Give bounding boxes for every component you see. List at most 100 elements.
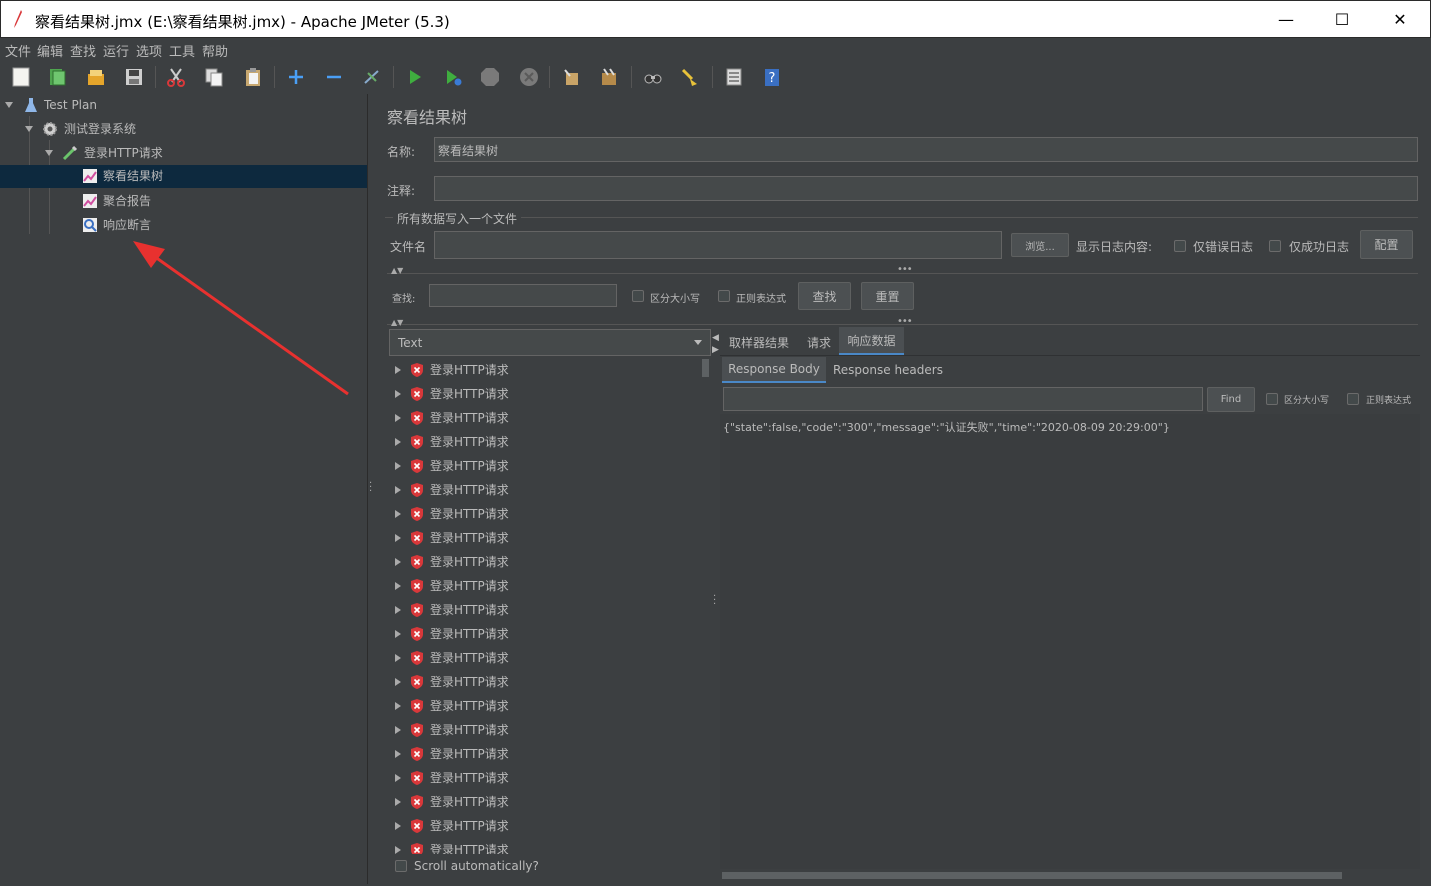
start-no-pause-icon[interactable] — [443, 67, 463, 87]
result-item[interactable]: 登录HTTP请求 — [389, 670, 701, 694]
result-item[interactable]: 登录HTTP请求 — [389, 622, 701, 646]
expand-arrow-icon[interactable] — [395, 702, 401, 710]
menu-help[interactable]: 帮助 — [202, 41, 228, 60]
collapse-arrows-icon[interactable]: ▲▼ — [391, 266, 403, 275]
find-button[interactable]: 查找 — [798, 282, 851, 310]
paste-icon[interactable] — [243, 67, 263, 87]
name-field[interactable]: 察看结果树 — [434, 137, 1418, 162]
clear-all-icon[interactable] — [599, 67, 619, 87]
results-scrollbar-thumb[interactable] — [702, 359, 709, 377]
scroll-automatically-checkbox[interactable] — [395, 860, 407, 872]
reset-button[interactable]: 重置 — [861, 282, 914, 310]
menu-options[interactable]: 选项 — [136, 41, 162, 60]
filename-field[interactable] — [434, 231, 1002, 259]
shutdown-icon[interactable] — [519, 67, 539, 87]
result-item[interactable]: 登录HTTP请求 — [389, 766, 701, 790]
result-item[interactable]: 登录HTTP请求 — [389, 790, 701, 814]
open-icon[interactable] — [86, 67, 106, 87]
tree-node-aggregate-report[interactable]: 聚合报告 — [0, 190, 367, 212]
menu-tools[interactable]: 工具 — [169, 41, 195, 60]
collapse-icon[interactable] — [324, 67, 344, 87]
expand-arrow-icon[interactable] — [395, 462, 401, 470]
expand-arrow-icon[interactable] — [395, 438, 401, 446]
clear-icon[interactable] — [561, 67, 581, 87]
result-item[interactable]: 登录HTTP请求 — [389, 406, 701, 430]
save-icon[interactable] — [124, 67, 144, 87]
divider-grip[interactable]: ••• — [897, 264, 913, 275]
collapse-arrows-icon[interactable]: ▲▼ — [391, 318, 403, 327]
configure-button[interactable]: 配置 — [1360, 230, 1413, 259]
browse-button[interactable]: 浏览... — [1011, 233, 1069, 257]
expand-arrow-icon[interactable] — [395, 630, 401, 638]
tree-node-thread-group[interactable]: 测试登录系统 — [0, 118, 367, 140]
result-item[interactable]: 登录HTTP请求 — [389, 382, 701, 406]
result-item[interactable]: 登录HTTP请求 — [389, 478, 701, 502]
splitter-arrows-icon[interactable]: ◀ ▶ — [712, 332, 719, 356]
response-body-view[interactable]: {"state":false,"code":"300","message":"认… — [720, 414, 1420, 869]
response-regex-checkbox[interactable] — [1347, 393, 1359, 405]
tab-sampler-result[interactable]: 取样器结果 — [722, 329, 796, 355]
expand-arrow-icon[interactable] — [395, 534, 401, 542]
tab-response-body[interactable]: Response Body — [722, 357, 826, 383]
expand-arrow-icon[interactable] — [395, 558, 401, 566]
expand-arrow-icon[interactable] — [395, 726, 401, 734]
result-item[interactable]: 登录HTTP请求 — [389, 838, 701, 854]
expand-arrow-icon[interactable] — [395, 486, 401, 494]
result-item[interactable]: 登录HTTP请求 — [389, 814, 701, 838]
case-sensitive-checkbox[interactable] — [632, 290, 644, 302]
expand-arrow-icon[interactable] — [395, 366, 401, 374]
expand-arrow-icon[interactable] — [395, 846, 401, 854]
expand-arrow-icon[interactable] — [395, 678, 401, 686]
expand-arrow-icon[interactable] — [395, 750, 401, 758]
menu-run[interactable]: 运行 — [103, 41, 129, 60]
search-icon[interactable] — [643, 67, 663, 87]
tree-node-view-results-tree[interactable]: 察看结果树 — [0, 165, 367, 188]
response-hscrollbar-thumb[interactable] — [722, 872, 1342, 879]
expand-arrow-icon[interactable] — [395, 774, 401, 782]
result-item[interactable]: 登录HTTP请求 — [389, 430, 701, 454]
expand-arrow-icon[interactable] — [395, 606, 401, 614]
errors-only-checkbox[interactable] — [1174, 240, 1186, 252]
renderer-select[interactable]: Text — [389, 329, 711, 356]
menu-edit[interactable]: 编辑 — [37, 41, 63, 60]
tab-response-headers[interactable]: Response headers — [831, 357, 945, 383]
response-search-field[interactable] — [723, 387, 1203, 411]
result-item[interactable]: 登录HTTP请求 — [389, 574, 701, 598]
expand-arrow-icon[interactable] — [395, 798, 401, 806]
cut-icon[interactable] — [166, 67, 186, 87]
function-helper-icon[interactable] — [724, 67, 744, 87]
tab-request[interactable]: 请求 — [800, 329, 838, 355]
copy-icon[interactable] — [204, 67, 224, 87]
results-splitter[interactable]: ◀ ▶ · · · — [711, 329, 719, 884]
templates-icon[interactable] — [47, 67, 67, 87]
close-button[interactable]: ✕ — [1371, 1, 1429, 38]
result-item[interactable]: 登录HTTP请求 — [389, 550, 701, 574]
response-find-button[interactable]: Find — [1207, 387, 1255, 412]
tree-node-test-plan[interactable]: Test Plan — [0, 94, 367, 116]
result-item[interactable]: 登录HTTP请求 — [389, 646, 701, 670]
success-only-checkbox[interactable] — [1269, 240, 1281, 252]
minimize-button[interactable]: — — [1257, 1, 1315, 38]
tree-node-response-assertion[interactable]: 响应断言 — [0, 214, 367, 236]
result-item[interactable]: 登录HTTP请求 — [389, 526, 701, 550]
response-case-checkbox[interactable] — [1266, 393, 1278, 405]
expand-arrow-icon[interactable] — [395, 510, 401, 518]
menu-search[interactable]: 查找 — [70, 41, 96, 60]
expand-arrow-icon[interactable] — [5, 102, 13, 108]
expand-arrow-icon[interactable] — [395, 582, 401, 590]
comment-field[interactable] — [434, 176, 1418, 201]
expand-icon[interactable] — [286, 67, 306, 87]
help-icon[interactable]: ? — [762, 67, 782, 87]
expand-arrow-icon[interactable] — [395, 414, 401, 422]
expand-arrow-icon[interactable] — [25, 126, 33, 132]
expand-arrow-icon[interactable] — [395, 390, 401, 398]
reset-search-icon[interactable] — [680, 67, 700, 87]
result-item[interactable]: 登录HTTP请求 — [389, 694, 701, 718]
result-item[interactable]: 登录HTTP请求 — [389, 598, 701, 622]
expand-arrow-icon[interactable] — [395, 822, 401, 830]
toggle-icon[interactable] — [362, 67, 382, 87]
maximize-button[interactable]: ☐ — [1313, 1, 1371, 38]
tree-splitter[interactable]: · · · — [367, 94, 377, 884]
expand-arrow-icon[interactable] — [45, 150, 53, 156]
result-item[interactable]: 登录HTTP请求 — [389, 454, 701, 478]
